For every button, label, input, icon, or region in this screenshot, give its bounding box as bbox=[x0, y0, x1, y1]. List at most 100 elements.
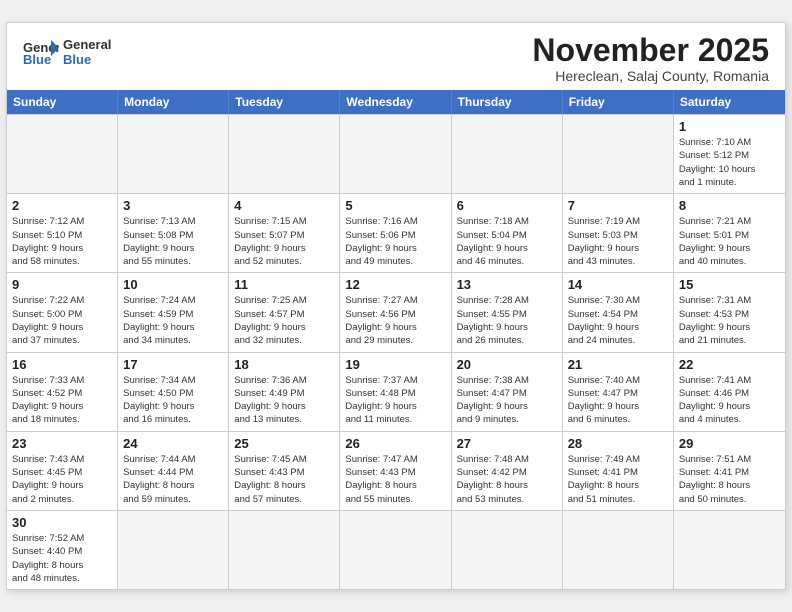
title-block: November 2025 Hereclean, Salaj County, R… bbox=[532, 33, 769, 84]
day-cell-29: 29 Sunrise: 7:51 AMSunset: 4:41 PMDayligh… bbox=[674, 432, 785, 511]
day-cell-26: 26 Sunrise: 7:47 AMSunset: 4:43 PMDayligh… bbox=[340, 432, 451, 511]
empty-cell bbox=[118, 511, 229, 589]
day-cell-18: 18Sunrise: 7:36 AMSunset: 4:49 PMDayligh… bbox=[229, 353, 340, 432]
day-number: 29 bbox=[679, 436, 780, 451]
day-header-tuesday: Tuesday bbox=[229, 90, 340, 114]
cell-info: Sunrise: 7:10 AMSunset: 5:12 PMDaylight:… bbox=[679, 136, 780, 189]
day-cell-15: 15 Sunrise: 7:31 AMSunset: 4:53 PMDayligh… bbox=[674, 273, 785, 352]
cell-info: Sunrise: 7:49 AMSunset: 4:41 PMDaylight:… bbox=[568, 453, 668, 506]
month-title: November 2025 bbox=[532, 33, 769, 68]
cell-info: Sunrise: 7:18 AMSunset: 5:04 PMDaylight:… bbox=[457, 215, 557, 268]
day-number: 30 bbox=[12, 515, 112, 530]
empty-cell bbox=[229, 511, 340, 589]
day-number: 11 bbox=[234, 277, 334, 292]
day-number: 18 bbox=[234, 357, 334, 372]
day-cell-30: 30 Sunrise: 7:52 AMSunset: 4:40 PMDayligh… bbox=[7, 511, 118, 589]
empty-cell bbox=[229, 115, 340, 194]
cell-info: Sunrise: 7:41 AMSunset: 4:46 PMDaylight:… bbox=[679, 374, 780, 427]
day-number: 20 bbox=[457, 357, 557, 372]
day-cell-19: 19Sunrise: 7:37 AMSunset: 4:48 PMDayligh… bbox=[340, 353, 451, 432]
day-header-thursday: Thursday bbox=[452, 90, 563, 114]
day-header-wednesday: Wednesday bbox=[340, 90, 451, 114]
cell-info: Sunrise: 7:25 AMSunset: 4:57 PMDaylight:… bbox=[234, 294, 334, 347]
day-number: 10 bbox=[123, 277, 223, 292]
cell-info: Sunrise: 7:48 AMSunset: 4:42 PMDaylight:… bbox=[457, 453, 557, 506]
day-cell-1: 1 Sunrise: 7:10 AMSunset: 5:12 PMDaylight… bbox=[674, 115, 785, 194]
cell-info: Sunrise: 7:45 AMSunset: 4:43 PMDaylight:… bbox=[234, 453, 334, 506]
day-cell-7: 7 Sunrise: 7:19 AMSunset: 5:03 PMDaylight… bbox=[563, 194, 674, 273]
empty-cell bbox=[7, 115, 118, 194]
day-cell-17: 17Sunrise: 7:34 AMSunset: 4:50 PMDayligh… bbox=[118, 353, 229, 432]
cell-info: Sunrise: 7:27 AMSunset: 4:56 PMDaylight:… bbox=[345, 294, 445, 347]
cell-info: Sunrise: 7:28 AMSunset: 4:55 PMDaylight:… bbox=[457, 294, 557, 347]
cell-info: Sunrise: 7:33 AMSunset: 4:52 PMDaylight:… bbox=[12, 374, 112, 427]
day-number: 28 bbox=[568, 436, 668, 451]
day-cell-13: 13Sunrise: 7:28 AMSunset: 4:55 PMDayligh… bbox=[452, 273, 563, 352]
cell-info: Sunrise: 7:51 AMSunset: 4:41 PMDaylight:… bbox=[679, 453, 780, 506]
day-number: 1 bbox=[679, 119, 780, 134]
calendar-header: General Blue General Blue November 2025 … bbox=[7, 23, 785, 90]
day-number: 4 bbox=[234, 198, 334, 213]
day-number: 12 bbox=[345, 277, 445, 292]
day-cell-11: 11 Sunrise: 7:25 AMSunset: 4:57 PMDayligh… bbox=[229, 273, 340, 352]
cell-info: Sunrise: 7:13 AMSunset: 5:08 PMDaylight:… bbox=[123, 215, 223, 268]
cell-info: Sunrise: 7:19 AMSunset: 5:03 PMDaylight:… bbox=[568, 215, 668, 268]
calendar-grid: 1 Sunrise: 7:10 AMSunset: 5:12 PMDaylight… bbox=[7, 114, 785, 589]
day-cell-3: 3 Sunrise: 7:13 AMSunset: 5:08 PMDaylight… bbox=[118, 194, 229, 273]
empty-cell bbox=[674, 511, 785, 589]
day-number: 7 bbox=[568, 198, 668, 213]
cell-info: Sunrise: 7:52 AMSunset: 4:40 PMDaylight:… bbox=[12, 532, 112, 585]
day-headers: SundayMondayTuesdayWednesdayThursdayFrid… bbox=[7, 90, 785, 114]
day-cell-14: 14Sunrise: 7:30 AMSunset: 4:54 PMDayligh… bbox=[563, 273, 674, 352]
day-cell-8: 8Sunrise: 7:21 AMSunset: 5:01 PMDaylight… bbox=[674, 194, 785, 273]
cell-info: Sunrise: 7:38 AMSunset: 4:47 PMDaylight:… bbox=[457, 374, 557, 427]
day-cell-23: 23 Sunrise: 7:43 AMSunset: 4:45 PMDayligh… bbox=[7, 432, 118, 511]
day-cell-28: 28 Sunrise: 7:49 AMSunset: 4:41 PMDayligh… bbox=[563, 432, 674, 511]
cell-info: Sunrise: 7:12 AMSunset: 5:10 PMDaylight:… bbox=[12, 215, 112, 268]
day-cell-22: 22 Sunrise: 7:41 AMSunset: 4:46 PMDayligh… bbox=[674, 353, 785, 432]
day-number: 22 bbox=[679, 357, 780, 372]
day-cell-27: 27Sunrise: 7:48 AMSunset: 4:42 PMDayligh… bbox=[452, 432, 563, 511]
cell-info: Sunrise: 7:24 AMSunset: 4:59 PMDaylight:… bbox=[123, 294, 223, 347]
day-header-friday: Friday bbox=[563, 90, 674, 114]
day-cell-12: 12 Sunrise: 7:27 AMSunset: 4:56 PMDayligh… bbox=[340, 273, 451, 352]
day-number: 5 bbox=[345, 198, 445, 213]
empty-cell bbox=[563, 115, 674, 194]
empty-cell bbox=[340, 115, 451, 194]
day-number: 23 bbox=[12, 436, 112, 451]
empty-cell bbox=[340, 511, 451, 589]
day-header-monday: Monday bbox=[118, 90, 229, 114]
location-title: Hereclean, Salaj County, Romania bbox=[532, 68, 769, 84]
day-cell-4: 4Sunrise: 7:15 AMSunset: 5:07 PMDaylight… bbox=[229, 194, 340, 273]
day-number: 26 bbox=[345, 436, 445, 451]
day-cell-20: 20 Sunrise: 7:38 AMSunset: 4:47 PMDayligh… bbox=[452, 353, 563, 432]
cell-info: Sunrise: 7:43 AMSunset: 4:45 PMDaylight:… bbox=[12, 453, 112, 506]
day-cell-6: 6 Sunrise: 7:18 AMSunset: 5:04 PMDaylight… bbox=[452, 194, 563, 273]
day-cell-5: 5 Sunrise: 7:16 AMSunset: 5:06 PMDaylight… bbox=[340, 194, 451, 273]
day-cell-16: 16 Sunrise: 7:33 AMSunset: 4:52 PMDayligh… bbox=[7, 353, 118, 432]
day-number: 21 bbox=[568, 357, 668, 372]
empty-cell bbox=[118, 115, 229, 194]
day-number: 16 bbox=[12, 357, 112, 372]
cell-info: Sunrise: 7:34 AMSunset: 4:50 PMDaylight:… bbox=[123, 374, 223, 427]
day-cell-24: 24Sunrise: 7:44 AMSunset: 4:44 PMDayligh… bbox=[118, 432, 229, 511]
empty-cell bbox=[452, 115, 563, 194]
day-cell-10: 10 Sunrise: 7:24 AMSunset: 4:59 PMDayligh… bbox=[118, 273, 229, 352]
day-number: 19 bbox=[345, 357, 445, 372]
day-number: 15 bbox=[679, 277, 780, 292]
day-number: 25 bbox=[234, 436, 334, 451]
empty-cell bbox=[452, 511, 563, 589]
day-cell-21: 21 Sunrise: 7:40 AMSunset: 4:47 PMDayligh… bbox=[563, 353, 674, 432]
cell-info: Sunrise: 7:31 AMSunset: 4:53 PMDaylight:… bbox=[679, 294, 780, 347]
day-number: 6 bbox=[457, 198, 557, 213]
logo-text: General Blue bbox=[63, 37, 111, 68]
cell-info: Sunrise: 7:16 AMSunset: 5:06 PMDaylight:… bbox=[345, 215, 445, 268]
day-number: 24 bbox=[123, 436, 223, 451]
day-header-saturday: Saturday bbox=[674, 90, 785, 114]
cell-info: Sunrise: 7:21 AMSunset: 5:01 PMDaylight:… bbox=[679, 215, 780, 268]
day-header-sunday: Sunday bbox=[7, 90, 118, 114]
cell-info: Sunrise: 7:47 AMSunset: 4:43 PMDaylight:… bbox=[345, 453, 445, 506]
day-cell-9: 9Sunrise: 7:22 AMSunset: 5:00 PMDaylight… bbox=[7, 273, 118, 352]
day-number: 3 bbox=[123, 198, 223, 213]
cell-info: Sunrise: 7:40 AMSunset: 4:47 PMDaylight:… bbox=[568, 374, 668, 427]
